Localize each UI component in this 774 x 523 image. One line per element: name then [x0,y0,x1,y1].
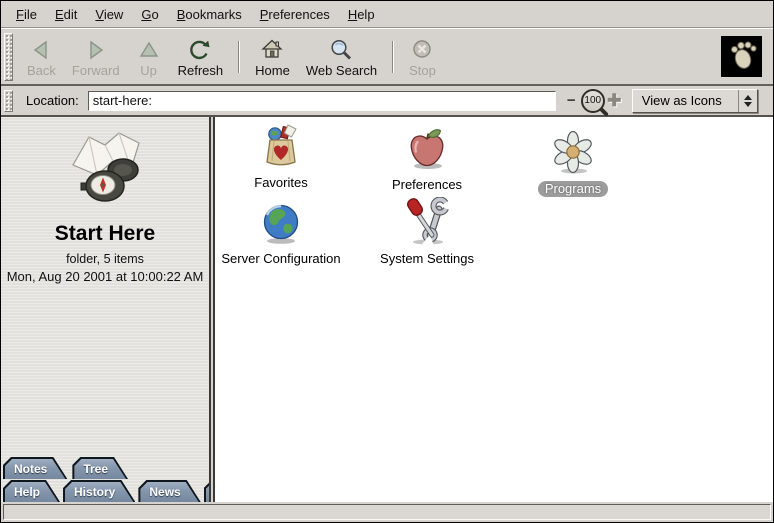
menu-help[interactable]: Help [339,4,384,25]
sidebar-title: Start Here [55,222,155,246]
stop-button-label: Stop [409,63,436,78]
menu-preferences[interactable]: Preferences [251,4,339,25]
forward-button-label: Forward [72,63,120,78]
web-search-icon [328,37,354,63]
web-search-button[interactable]: Web Search [298,34,385,80]
up-button[interactable]: Up [128,34,170,80]
location-input[interactable] [88,91,556,111]
sidebar-tab-history[interactable]: History [63,480,135,502]
icon-view[interactable]: Favorites Preferences [215,117,773,502]
back-button[interactable]: Back [19,34,64,80]
toolbar-drag-handle[interactable] [4,33,13,81]
sidebar-tab-news-label: News [140,482,198,502]
back-icon [28,37,54,63]
sidebar-tab-band [204,480,211,502]
location-bar-drag-handle[interactable] [4,90,13,112]
gnome-foot-logo [722,34,762,79]
menu-go[interactable]: Go [132,4,167,25]
zoom-level-indicator[interactable]: 100 [581,89,605,113]
toolbar: Back Forward Up Refresh [1,28,773,86]
status-bar [3,504,771,520]
location-bar: Location: − 100 ✚ View as Icons [1,86,773,117]
content-area: Start Here folder, 5 items Mon, Aug 20 2… [1,117,773,502]
back-button-label: Back [27,63,56,78]
icon-server-configuration[interactable]: Server Configuration [215,201,347,266]
zoom-out-button[interactable]: − [564,93,579,108]
icon-programs[interactable]: Programs [507,131,639,197]
toolbar-separator [392,41,394,73]
throbber[interactable] [721,36,762,77]
zoom-in-button[interactable]: ✚ [607,93,622,108]
nautilus-window: File Edit View Go Bookmarks Preferences … [0,0,774,523]
zoom-control: − 100 ✚ [564,89,622,113]
sidebar: Start Here folder, 5 items Mon, Aug 20 2… [1,117,211,502]
server-configuration-icon [258,201,304,248]
sidebar-tab-notes[interactable]: Notes [3,457,67,479]
view-mode-spinner [738,90,757,112]
chevron-up-icon [744,95,752,100]
sidebar-tabs: Notes Tree Help History News [1,456,209,502]
sidebar-tab-history-label: History [65,482,133,502]
system-settings-icon [402,197,452,248]
refresh-button[interactable]: Refresh [170,34,232,80]
stop-button[interactable]: Stop [401,34,444,80]
system-settings-label: System Settings [380,251,474,266]
home-icon [259,37,285,63]
sidebar-date: Mon, Aug 20 2001 at 10:00:22 AM [7,269,204,284]
icon-preferences[interactable]: Preferences [361,127,493,192]
web-search-button-label: Web Search [306,63,377,78]
up-icon [136,37,162,63]
sidebar-tab-news[interactable]: News [138,480,200,502]
forward-icon [83,37,109,63]
programs-icon [550,131,596,178]
zoom-level-value: 100 [584,95,601,106]
menu-bookmarks[interactable]: Bookmarks [168,4,251,25]
favorites-label: Favorites [254,175,307,190]
icon-system-settings[interactable]: System Settings [361,197,493,266]
chevron-down-icon [744,102,752,107]
preferences-icon [404,127,450,174]
sidebar-tab-help-label: Help [5,482,58,502]
home-button-label: Home [255,63,290,78]
home-button[interactable]: Home [247,34,298,80]
sidebar-tab-tree-label: Tree [74,459,126,479]
menu-file[interactable]: File [7,4,46,25]
toolbar-separator [238,41,240,73]
sidebar-tab-tree[interactable]: Tree [72,457,128,479]
map-compass-icon [53,123,157,220]
view-mode-value: View as Icons [642,93,722,108]
programs-label: Programs [538,181,608,197]
sidebar-folder-details: folder, 5 items [66,252,144,266]
preferences-label: Preferences [392,177,462,192]
favorites-icon [257,121,305,172]
sidebar-tab-help[interactable]: Help [3,480,60,502]
view-mode-select[interactable]: View as Icons [632,89,758,113]
refresh-icon [187,37,213,63]
menu-edit[interactable]: Edit [46,4,86,25]
menu-bar: File Edit View Go Bookmarks Preferences … [1,1,773,28]
forward-button[interactable]: Forward [64,34,128,80]
icon-favorites[interactable]: Favorites [215,121,347,190]
location-label: Location: [26,93,79,108]
up-button-label: Up [140,63,157,78]
refresh-button-label: Refresh [178,63,224,78]
stop-icon [409,37,435,63]
menu-view[interactable]: View [86,4,132,25]
sidebar-tab-notes-label: Notes [5,459,65,479]
server-configuration-label: Server Configuration [221,251,340,266]
